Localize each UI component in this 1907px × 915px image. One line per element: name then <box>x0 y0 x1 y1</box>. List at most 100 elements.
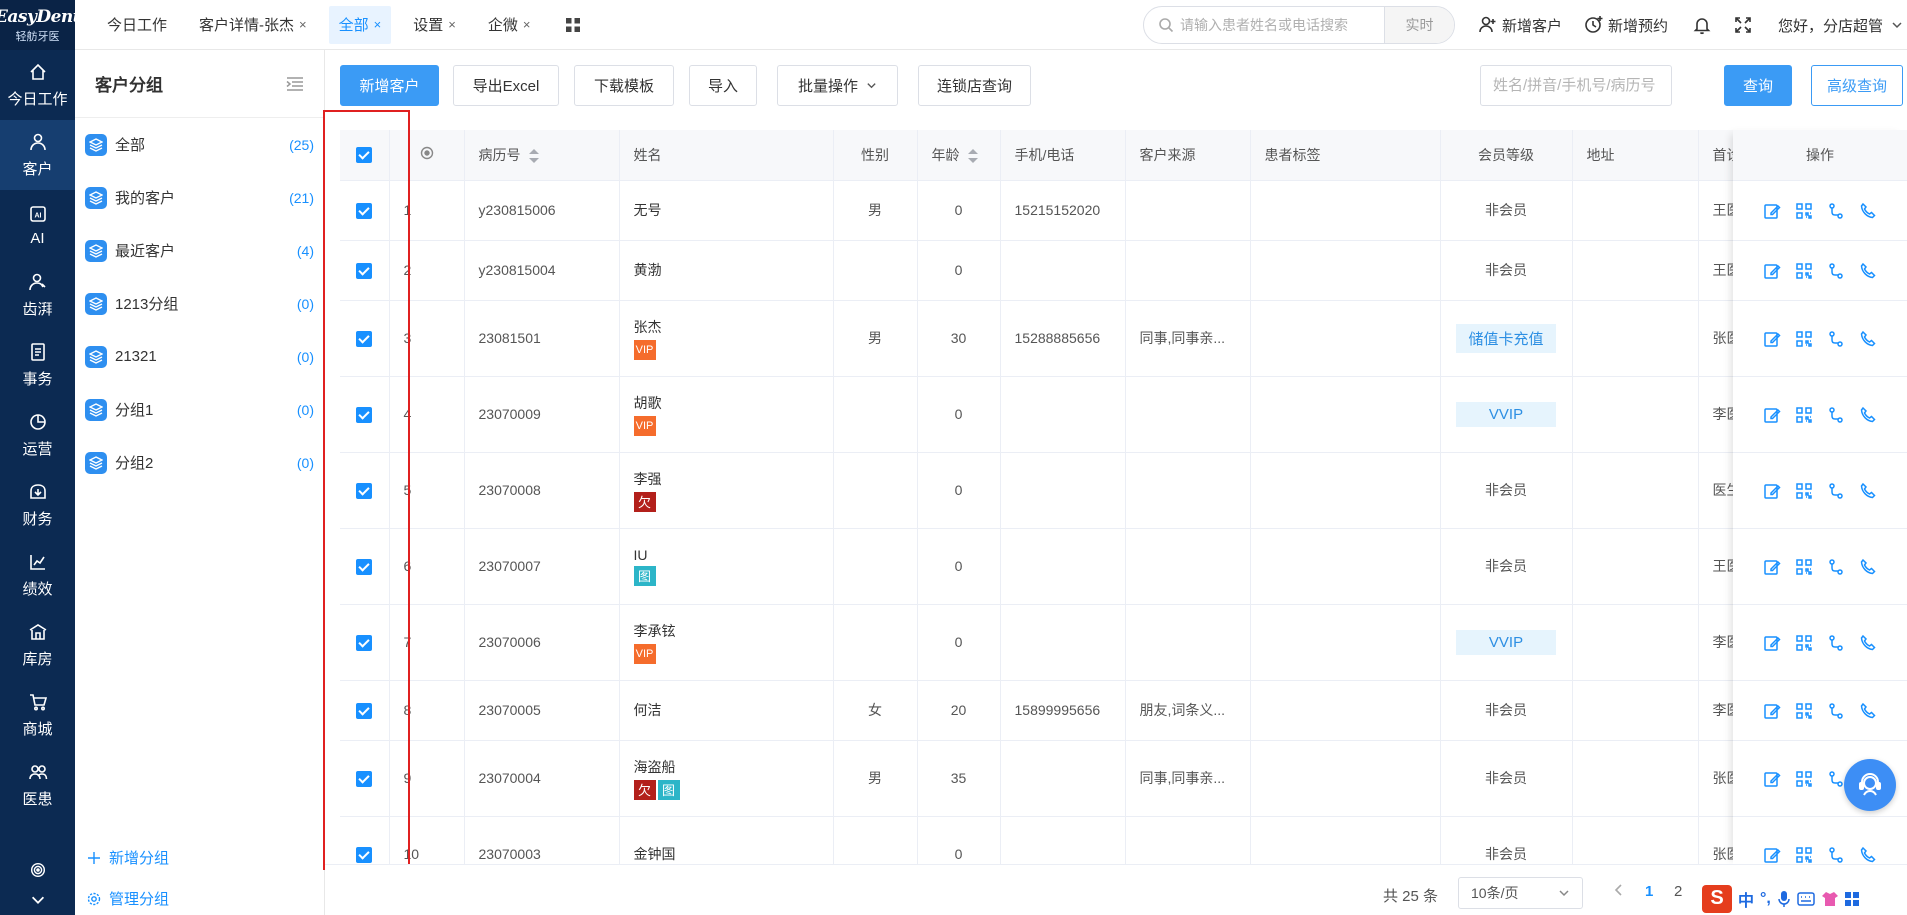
patient-name-cell[interactable]: IU 图 <box>619 528 834 605</box>
patient-name[interactable]: 无号 <box>634 200 833 220</box>
edit-icon[interactable] <box>1763 846 1781 864</box>
qr-code-icon[interactable] <box>1795 406 1813 424</box>
route-icon[interactable] <box>1827 634 1845 652</box>
target-icon[interactable] <box>420 146 434 160</box>
patient-name[interactable]: 海盗船 <box>634 757 833 777</box>
table-row[interactable]: 4 23070009 胡歌 VIP 0 VVIP 李医 <box>340 376 1907 453</box>
route-icon[interactable] <box>1827 406 1845 424</box>
row-checkbox[interactable] <box>356 330 373 347</box>
patient-name[interactable]: 李承铉 <box>634 621 833 641</box>
notifications-button[interactable] <box>1692 0 1716 50</box>
tab-3[interactable]: 设置 × <box>397 0 472 50</box>
phone-icon[interactable] <box>1859 330 1877 348</box>
collapse-menu-icon[interactable] <box>286 76 304 91</box>
tab-1[interactable]: 客户详情-张杰 × <box>183 0 323 50</box>
nav-item-person[interactable]: 齿湃 <box>0 260 75 330</box>
fingerprint-icon[interactable] <box>29 861 47 879</box>
nav-item-home[interactable]: 今日工作 <box>0 50 75 120</box>
edit-icon[interactable] <box>1763 202 1781 220</box>
route-icon[interactable] <box>1827 770 1845 788</box>
table-row[interactable]: 7 23070006 李承铉 VIP 0 VVIP 李医 <box>340 604 1907 681</box>
table-row[interactable]: 2 y230815004 黄渤 0 非会员 王医 <box>340 240 1907 301</box>
manage-group-button[interactable]: 管理分组 <box>87 888 169 909</box>
group-item[interactable]: 全部 (25) <box>75 118 324 171</box>
row-checkbox-cell[interactable] <box>340 604 390 681</box>
table-row[interactable]: 8 23070005 何洁女 20 15899995656 朋友,词条义... 非会员 李医 <box>340 680 1907 741</box>
nav-item-ai[interactable]: AI AI <box>0 190 75 260</box>
nav-item-user[interactable]: 客户 <box>0 120 75 190</box>
group-item[interactable]: 最近客户 (4) <box>75 224 324 277</box>
route-icon[interactable] <box>1827 482 1845 500</box>
fullscreen-button[interactable] <box>1733 0 1757 50</box>
column-settings-cell[interactable] <box>389 130 465 181</box>
patient-name[interactable]: 张杰 <box>634 317 833 337</box>
table-row[interactable]: 1 y230815006 无号男 0 15215152020 非会员 王医 <box>340 180 1907 241</box>
patient-name-cell[interactable]: 李承铉 VIP <box>619 604 834 681</box>
patient-name-cell[interactable]: 黄渤 <box>619 240 834 301</box>
qr-code-icon[interactable] <box>1795 202 1813 220</box>
route-icon[interactable] <box>1827 202 1845 220</box>
add-group-button[interactable]: 新增分组 <box>87 847 169 868</box>
group-item[interactable]: 分组2 (0) <box>75 436 324 489</box>
row-checkbox[interactable] <box>356 634 373 651</box>
patient-name[interactable]: 黄渤 <box>634 260 833 280</box>
qr-code-icon[interactable] <box>1795 770 1813 788</box>
row-checkbox-cell[interactable] <box>340 680 390 741</box>
page-1-button[interactable]: 1 <box>1645 883 1653 900</box>
nav-item-cart[interactable]: 商城 <box>0 680 75 750</box>
qr-code-icon[interactable] <box>1795 634 1813 652</box>
edit-icon[interactable] <box>1763 702 1781 720</box>
qr-code-icon[interactable] <box>1795 262 1813 280</box>
row-checkbox-cell[interactable] <box>340 528 390 605</box>
table-row[interactable]: 6 23070007 IU 图 0 非会员 王医 <box>340 528 1907 605</box>
patient-name[interactable]: 胡歌 <box>634 393 833 413</box>
select-all-checkbox[interactable] <box>356 147 373 164</box>
close-icon[interactable]: × <box>523 17 531 32</box>
sort-icon[interactable] <box>528 149 539 164</box>
patient-search-input[interactable] <box>1174 7 1384 43</box>
nav-item-document[interactable]: 事务 <box>0 330 75 400</box>
phone-icon[interactable] <box>1859 846 1877 864</box>
row-checkbox[interactable] <box>356 202 373 219</box>
row-checkbox[interactable] <box>356 702 373 719</box>
header-record-no[interactable]: 病历号 <box>464 130 620 181</box>
page-2-button[interactable]: 2 <box>1674 883 1682 900</box>
patient-name[interactable]: 何洁 <box>634 700 833 720</box>
group-item[interactable]: 分组1 (0) <box>75 383 324 436</box>
apps-grid-icon[interactable] <box>1844 891 1859 906</box>
patient-name-cell[interactable]: 海盗船欠图 <box>619 740 834 817</box>
edit-icon[interactable] <box>1763 406 1781 424</box>
phone-icon[interactable] <box>1859 702 1877 720</box>
top-new-customer-button[interactable]: 新增客户 <box>1478 0 1562 50</box>
batch-operation-dropdown[interactable]: 批量操作 <box>777 65 898 106</box>
patient-name-cell[interactable]: 无号 <box>619 180 834 241</box>
close-icon[interactable]: × <box>448 17 456 32</box>
qr-code-icon[interactable] <box>1795 846 1813 864</box>
apps-grid-icon[interactable] <box>558 0 588 50</box>
phone-icon[interactable] <box>1859 202 1877 220</box>
edit-icon[interactable] <box>1763 634 1781 652</box>
qr-code-icon[interactable] <box>1795 482 1813 500</box>
row-checkbox-cell[interactable] <box>340 452 390 529</box>
edit-icon[interactable] <box>1763 770 1781 788</box>
patient-name-cell[interactable]: 胡歌 VIP <box>619 376 834 453</box>
patient-name-cell[interactable]: 张杰 VIP <box>619 300 834 377</box>
row-checkbox-cell[interactable] <box>340 300 390 377</box>
edit-icon[interactable] <box>1763 330 1781 348</box>
patient-name-cell[interactable]: 李强欠 <box>619 452 834 529</box>
sort-icon[interactable] <box>967 149 978 164</box>
route-icon[interactable] <box>1827 330 1845 348</box>
page-size-select[interactable]: 10条/页 <box>1458 877 1583 909</box>
search-mode-button[interactable]: 实时 <box>1384 7 1454 43</box>
phone-icon[interactable] <box>1859 482 1877 500</box>
import-button[interactable]: 导入 <box>689 65 757 106</box>
download-template-button[interactable]: 下载模板 <box>574 65 674 106</box>
tab-2[interactable]: 全部 × <box>328 5 392 44</box>
route-icon[interactable] <box>1827 846 1845 864</box>
patient-name[interactable]: 李强 <box>634 469 833 489</box>
shirt-icon[interactable] <box>1821 891 1839 907</box>
query-button[interactable]: 查询 <box>1724 65 1792 106</box>
close-icon[interactable]: × <box>374 17 382 32</box>
edit-icon[interactable] <box>1763 558 1781 576</box>
group-item[interactable]: 1213分组 (0) <box>75 277 324 330</box>
